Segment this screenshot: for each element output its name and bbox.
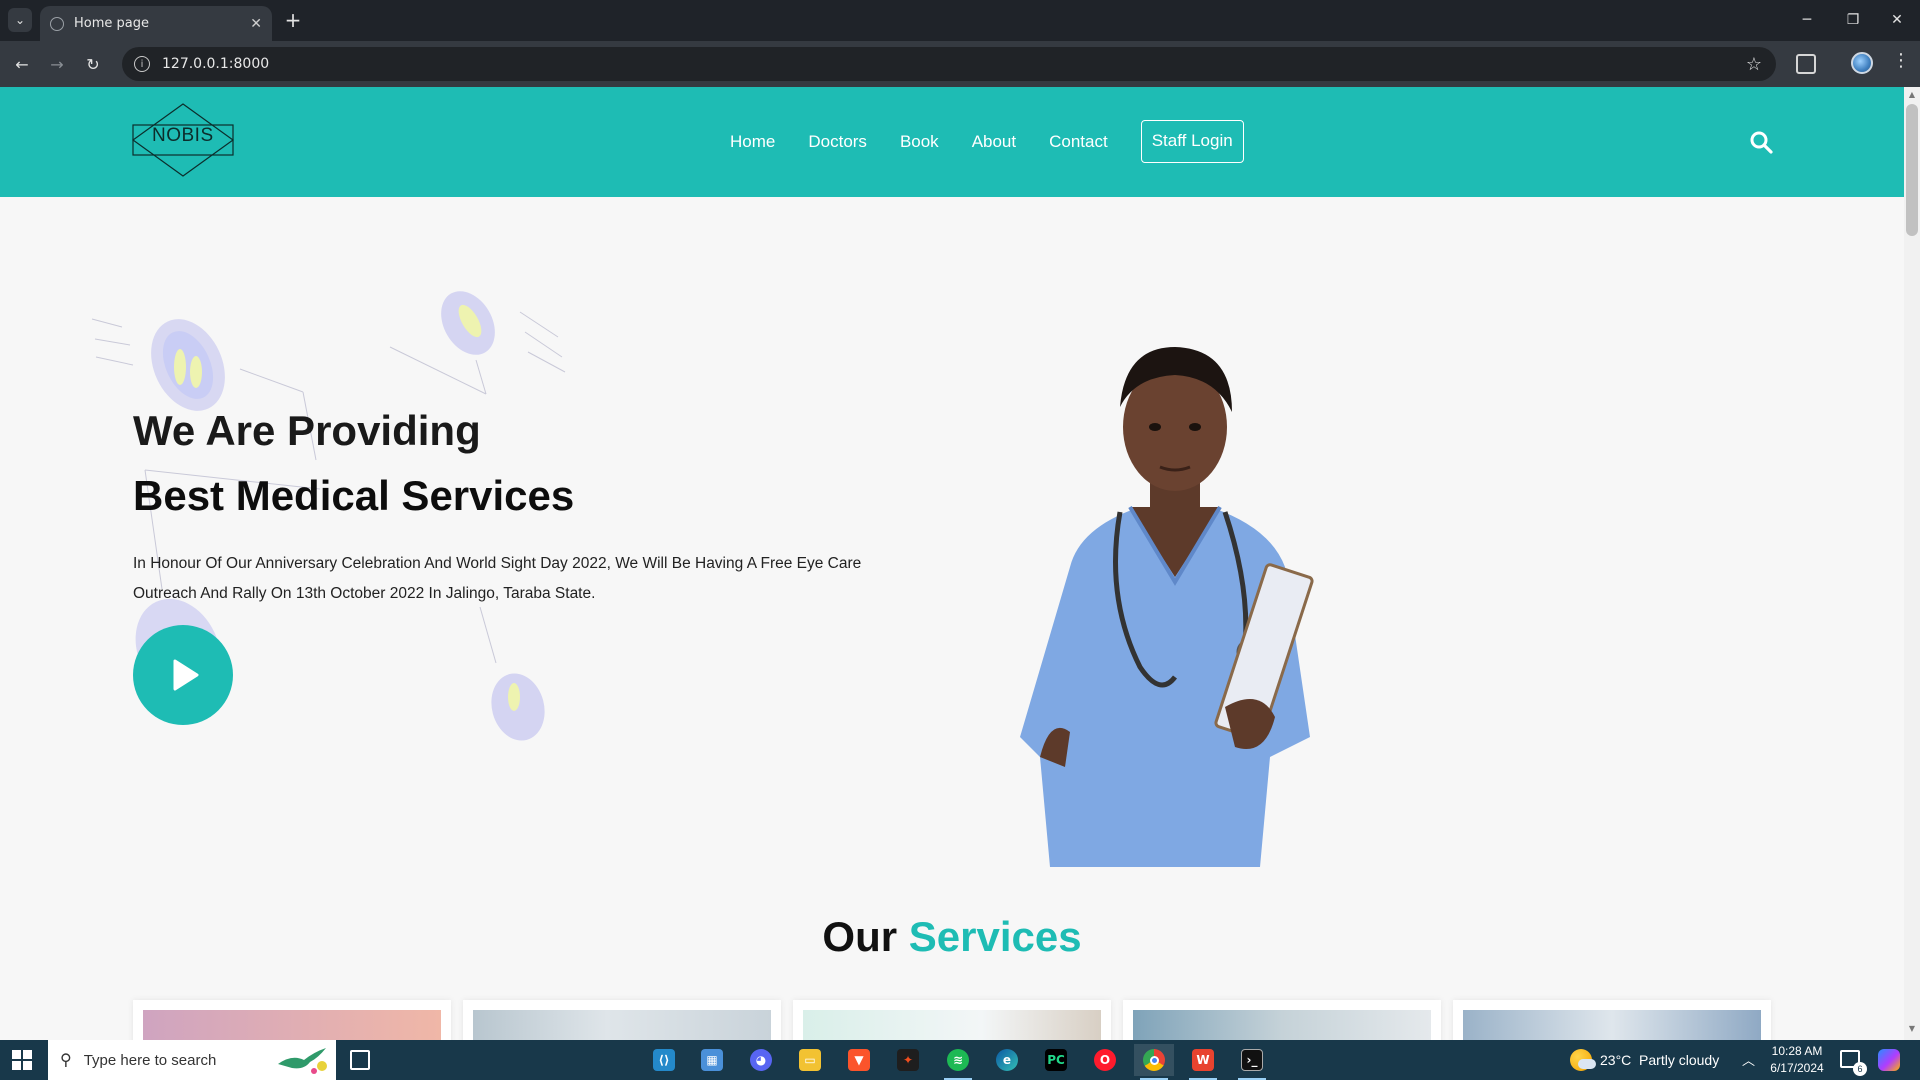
- reload-icon[interactable]: ↻: [81, 52, 105, 76]
- service-image: [473, 1010, 771, 1040]
- service-card[interactable]: [133, 1000, 451, 1040]
- profile-avatar-icon[interactable]: [1851, 52, 1873, 74]
- wps-icon[interactable]: W: [1183, 1044, 1223, 1080]
- service-card[interactable]: [793, 1000, 1111, 1040]
- service-image: [1133, 1010, 1431, 1040]
- weather-text: 23°C Partly cloudy: [1600, 1052, 1720, 1068]
- globe-icon: [50, 16, 64, 31]
- nav-book[interactable]: Book: [900, 121, 939, 163]
- file-explorer-icon[interactable]: ▭: [790, 1044, 830, 1076]
- service-image: [1463, 1010, 1761, 1040]
- play-video-button[interactable]: [133, 625, 233, 725]
- weather-widget[interactable]: 23°C Partly cloudy: [1570, 1040, 1719, 1080]
- close-tab-icon[interactable]: ✕: [250, 16, 262, 32]
- chrome-icon[interactable]: [1134, 1044, 1174, 1080]
- taskbar-search-box[interactable]: ⚲ Type here to search: [48, 1040, 336, 1080]
- browser-tab[interactable]: Home page ✕: [40, 6, 272, 41]
- clock-time: 10:28 AM: [1771, 1044, 1823, 1058]
- tab-title: Home page: [74, 16, 149, 31]
- service-card[interactable]: [1453, 1000, 1771, 1040]
- nav-home[interactable]: Home: [730, 121, 775, 163]
- notification-badge: 6: [1853, 1062, 1867, 1076]
- nav-about[interactable]: About: [972, 121, 1016, 163]
- back-arrow-icon[interactable]: ←: [10, 52, 34, 76]
- hero-heading-line1: We Are Providing: [133, 407, 481, 454]
- logo-text: NOBIS: [152, 125, 214, 146]
- vscode-icon[interactable]: ⟨⟩: [644, 1044, 684, 1076]
- close-window-button[interactable]: ✕: [1882, 8, 1912, 32]
- scroll-up-arrow-icon[interactable]: ▲: [1906, 90, 1918, 99]
- store-icon[interactable]: ▦: [692, 1044, 732, 1076]
- figma-icon[interactable]: ✦: [888, 1044, 928, 1076]
- nav-contact[interactable]: Contact: [1049, 121, 1108, 163]
- scroll-down-arrow-icon[interactable]: ▼: [1906, 1024, 1918, 1033]
- edge-icon[interactable]: e: [987, 1044, 1027, 1076]
- page-viewport: NOBIS Home Doctors Book About Contact St…: [0, 87, 1904, 1040]
- service-image: [143, 1010, 441, 1040]
- address-bar[interactable]: i 127.0.0.1:8000 ☆: [122, 47, 1776, 81]
- hero-description: In Honour Of Our Anniversary Celebration…: [133, 555, 862, 602]
- restore-button[interactable]: ❐: [1838, 8, 1868, 32]
- taskbar-clock[interactable]: 10:28 AM 6/17/2024: [1766, 1043, 1828, 1077]
- clock-date: 6/17/2024: [1770, 1061, 1824, 1075]
- search-icon: ⚲: [60, 1052, 72, 1069]
- terminal-icon[interactable]: ›_: [1232, 1044, 1272, 1080]
- services-heading: Our Services: [0, 913, 1904, 961]
- extensions-icon[interactable]: [1796, 54, 1816, 74]
- show-hidden-icons-icon[interactable]: ︿: [1742, 1050, 1755, 1069]
- pycharm-icon[interactable]: PC: [1036, 1044, 1076, 1076]
- hero-heading-line2: Best Medical Services: [133, 472, 575, 519]
- forward-arrow-icon[interactable]: →: [45, 52, 69, 76]
- url-text[interactable]: 127.0.0.1:8000: [162, 56, 269, 72]
- nav-doctors[interactable]: Doctors: [808, 121, 867, 163]
- services-cards: [133, 1000, 1771, 1040]
- main-nav: Home Doctors Book About Contact Staff Lo…: [730, 120, 1244, 163]
- windows-taskbar: ⚲ Type here to search ⟨⟩ ▦ ◕ ▭ ▼ ✦ ≋ e P…: [0, 1040, 1920, 1080]
- service-card[interactable]: [1123, 1000, 1441, 1040]
- doctor-image: [1020, 347, 1314, 867]
- services-heading-prefix: Our: [822, 913, 898, 960]
- staff-login-button[interactable]: Staff Login: [1140, 120, 1244, 163]
- scrollbar-thumb[interactable]: [1906, 104, 1918, 236]
- bookmark-star-icon[interactable]: ☆: [1746, 54, 1762, 75]
- spotify-icon[interactable]: ≋: [938, 1044, 978, 1080]
- site-header: NOBIS Home Doctors Book About Contact St…: [0, 87, 1904, 197]
- partly-cloudy-icon: [1570, 1049, 1596, 1071]
- hummingbird-icon: [278, 1048, 327, 1074]
- tab-search-button[interactable]: ⌄: [8, 8, 32, 32]
- service-card[interactable]: [463, 1000, 781, 1040]
- search-icon[interactable]: [1749, 130, 1773, 154]
- browser-toolbar: ← → ↻ i 127.0.0.1:8000 ☆: [0, 41, 1920, 87]
- site-info-icon[interactable]: i: [134, 56, 150, 72]
- windows-start-icon[interactable]: [12, 1050, 32, 1070]
- brave-icon[interactable]: ▼: [839, 1044, 879, 1076]
- browser-menu-icon[interactable]: ⋮: [1892, 50, 1910, 71]
- opera-icon[interactable]: O: [1085, 1044, 1125, 1076]
- discord-icon[interactable]: ◕: [741, 1044, 781, 1076]
- minimize-button[interactable]: ─: [1792, 8, 1822, 32]
- copilot-icon[interactable]: [1878, 1049, 1900, 1071]
- play-icon: [173, 659, 199, 691]
- service-image: [803, 1010, 1101, 1040]
- services-heading-accent: Services: [908, 913, 1082, 960]
- taskbar-search-placeholder: Type here to search: [83, 1051, 217, 1069]
- new-tab-button[interactable]: +: [282, 8, 304, 32]
- task-view-icon[interactable]: [350, 1050, 370, 1070]
- browser-tab-bar: ⌄ Home page ✕ + ─ ❐ ✕: [0, 0, 1920, 41]
